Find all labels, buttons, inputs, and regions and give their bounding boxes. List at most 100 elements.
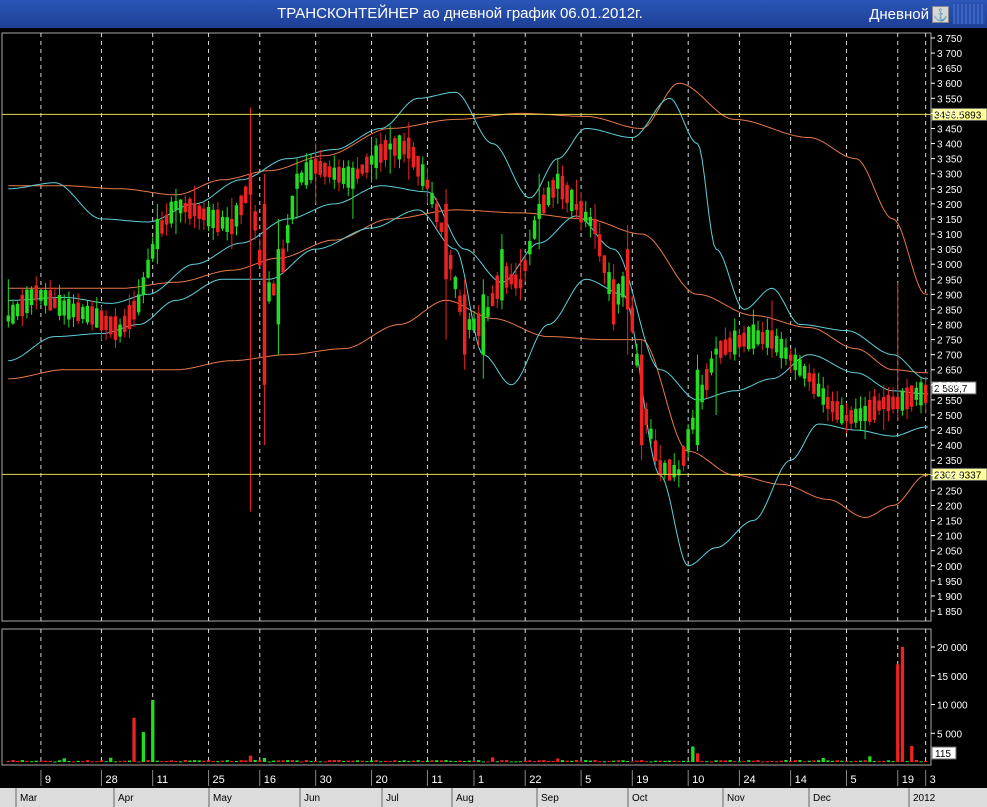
candle-down — [402, 140, 406, 155]
candle-up — [397, 135, 402, 160]
volume-bar — [821, 758, 825, 762]
title-bar: ТРАНСКОНТЕЙНЕР ао дневной график 06.01.2… — [0, 0, 987, 29]
candle-up — [467, 319, 472, 330]
price-tick-label: 2 200 — [937, 501, 962, 512]
anchor-icon[interactable]: ⚓ — [932, 6, 949, 23]
candle-down — [868, 399, 872, 422]
volume-bar — [95, 761, 99, 763]
volume-bar — [369, 760, 374, 762]
volume-bar — [667, 760, 672, 762]
candle-up — [570, 189, 574, 212]
volume-bar — [775, 761, 779, 763]
volume-bar — [16, 761, 20, 762]
candle-down — [202, 208, 206, 221]
volume-bar — [765, 761, 769, 763]
volume-bar — [118, 760, 122, 762]
scroll-grip[interactable] — [953, 4, 985, 24]
candle-down — [48, 290, 52, 311]
candle-up — [169, 201, 173, 224]
volume-bar — [863, 760, 867, 762]
volume-bar — [751, 760, 755, 762]
price-tick-label: 3 500 — [937, 109, 962, 120]
price-tick-label: 3 750 — [937, 34, 962, 45]
candle-up — [691, 417, 695, 430]
volume-bar — [560, 760, 565, 762]
volume-bar — [262, 758, 267, 762]
price-tick-label: 2 850 — [937, 305, 962, 316]
price-tick-label: 2 250 — [937, 486, 962, 497]
month-label: Dec — [813, 793, 831, 804]
volume-bar — [514, 761, 518, 763]
price-tick-label: 2 100 — [937, 532, 962, 543]
day-label: 11 — [157, 774, 168, 786]
candle-down — [411, 146, 416, 168]
volume-bar — [421, 761, 425, 762]
volume-bar — [244, 760, 248, 762]
candle-down — [20, 295, 24, 317]
volume-bar — [146, 760, 150, 762]
candle-up — [709, 358, 714, 373]
candle-down — [788, 354, 793, 361]
volume-bar — [812, 760, 816, 762]
volume-bar — [304, 760, 308, 762]
volume-bar — [658, 760, 662, 762]
candle-up — [351, 167, 355, 189]
candle-up — [784, 347, 788, 359]
candle-up — [174, 200, 178, 210]
chart-title: ТРАНСКОНТЕЙНЕР ао дневной график 06.01.2… — [277, 5, 643, 22]
volume-bar — [616, 760, 620, 762]
volume-bar — [6, 760, 10, 762]
volume-bar — [640, 760, 644, 762]
candle-down — [127, 305, 132, 329]
volume-bar — [435, 760, 439, 762]
volume-bar — [99, 760, 104, 762]
candle-up — [136, 294, 141, 313]
volume-bar — [742, 761, 746, 763]
volume-bar — [695, 753, 700, 762]
candle-down — [630, 307, 634, 332]
volume-bar — [165, 760, 169, 762]
candle-down — [812, 373, 816, 394]
volume-bar — [607, 760, 611, 762]
candle-down — [188, 198, 192, 219]
candle-down — [439, 222, 444, 232]
candle-down — [882, 396, 886, 409]
price-tick-label: 3 100 — [937, 230, 962, 241]
candle-down — [337, 167, 341, 183]
candle-up — [276, 249, 281, 325]
day-label: 28 — [105, 774, 117, 786]
volume-bar — [681, 760, 686, 762]
timeframe-label[interactable]: Дневной — [869, 6, 929, 23]
candle-down — [360, 164, 364, 174]
volume-bar — [565, 760, 569, 762]
volume-bar — [598, 761, 602, 763]
candle-up — [85, 305, 90, 323]
candle-down — [216, 209, 220, 233]
volume-bar — [374, 760, 378, 762]
price-tick-label: 2 300 — [937, 471, 962, 482]
candle-down — [183, 203, 187, 213]
date-axis[interactable]: 9 28 11 25 16 30 20 11 1 22 5 19 10 24 14 5 19 3Mar Apr May… — [0, 770, 987, 807]
volume-bar — [654, 760, 658, 762]
candle-up — [695, 369, 700, 446]
volume-bar — [411, 760, 416, 762]
candle-down — [53, 297, 57, 308]
candle-down — [239, 195, 243, 216]
candle-down — [611, 279, 616, 325]
chart-area: 3496.58932302.93372 589,7 3 7503 7003 65… — [0, 28, 987, 807]
candle-up — [840, 405, 844, 424]
candle-up — [686, 429, 690, 451]
volume-bar — [463, 761, 467, 762]
volume-bar — [137, 761, 141, 763]
candle-down — [113, 316, 118, 340]
candle-up — [67, 298, 71, 320]
volume-bar — [728, 760, 732, 762]
price-tick-label: 2 750 — [937, 336, 962, 347]
volume-bar — [877, 761, 881, 763]
volume-bar — [621, 760, 625, 762]
price-tick-label: 1 850 — [937, 607, 962, 618]
candle-up — [700, 384, 704, 403]
volume-bar — [234, 761, 239, 762]
candle-up — [220, 216, 225, 229]
volume-bar — [649, 761, 653, 763]
